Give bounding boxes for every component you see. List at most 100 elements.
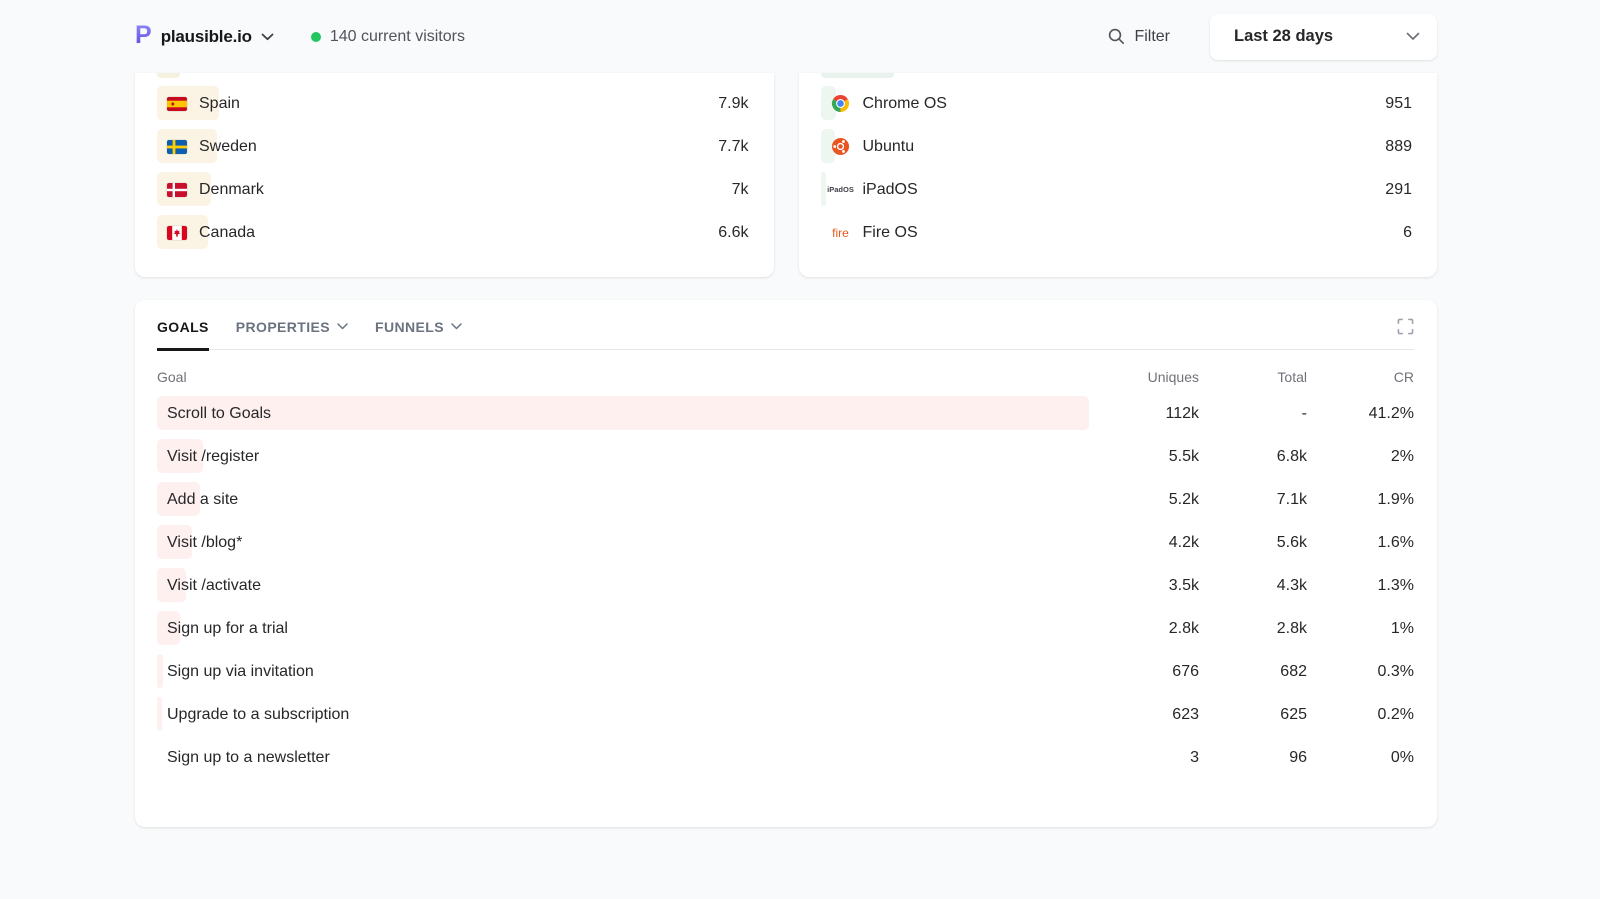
- goal-cr: 1.6%: [1307, 534, 1414, 552]
- goal-label: Visit /blog*: [157, 534, 242, 552]
- goal-total: 6.8k: [1199, 448, 1307, 466]
- tab-goals[interactable]: GOALS: [157, 319, 209, 335]
- country-row-canada[interactable]: Canada 6.6k: [157, 211, 749, 254]
- os-row-ubuntu[interactable]: Ubuntu 889: [821, 125, 1413, 168]
- ubuntu-logo-icon: [831, 137, 851, 156]
- date-range-value: Last 28 days: [1234, 27, 1333, 46]
- goal-uniques: 676: [1089, 663, 1199, 681]
- breakdown-cards-row: Spain 7.9k Sweden 7.7k Denmark: [135, 73, 1437, 277]
- goal-uniques: 5.5k: [1089, 448, 1199, 466]
- fireos-wordmark-icon: fire: [831, 226, 851, 240]
- date-range-dropdown[interactable]: Last 28 days: [1210, 14, 1437, 60]
- tab-funnels[interactable]: FUNNELS: [375, 319, 462, 335]
- live-dot: [311, 32, 321, 42]
- goal-row[interactable]: Sign up to a newsletter 3 96 0%: [157, 736, 1414, 779]
- goal-total: 7.1k: [1199, 491, 1307, 509]
- chromeos-logo-icon: [831, 94, 851, 113]
- goal-total: 5.6k: [1199, 534, 1307, 552]
- os-value: 6: [1403, 224, 1412, 242]
- goal-row[interactable]: Sign up via invitation 676 682 0.3%: [157, 650, 1414, 693]
- chevron-down-icon: [1406, 32, 1420, 41]
- goal-row[interactable]: Upgrade to a subscription 623 625 0.2%: [157, 693, 1414, 736]
- goal-row[interactable]: Visit /register 5.5k 6.8k 2%: [157, 435, 1414, 478]
- goal-label: Upgrade to a subscription: [157, 706, 349, 724]
- goal-label: Visit /register: [157, 448, 259, 466]
- goal-label: Sign up to a newsletter: [157, 749, 330, 767]
- goal-uniques: 3.5k: [1089, 577, 1199, 595]
- search-icon: [1108, 28, 1125, 45]
- goal-uniques: 5.2k: [1089, 491, 1199, 509]
- country-row-denmark[interactable]: Denmark 7k: [157, 168, 749, 211]
- os-value: 291: [1385, 181, 1412, 199]
- goal-bar: [157, 396, 1089, 430]
- goals-table-header: Goal Uniques Total CR: [157, 362, 1414, 392]
- goal-cr: 2%: [1307, 448, 1414, 466]
- os-row-chromeos[interactable]: Chrome OS 951: [821, 82, 1413, 125]
- goal-cr: 1.9%: [1307, 491, 1414, 509]
- goal-total: 2.8k: [1199, 620, 1307, 638]
- goal-cr: 0.3%: [1307, 663, 1414, 681]
- goal-row[interactable]: Add a site 5.2k 7.1k 1.9%: [157, 478, 1414, 521]
- plausible-logo: P: [135, 23, 152, 48]
- goal-row[interactable]: Sign up for a trial 2.8k 2.8k 1%: [157, 607, 1414, 650]
- os-value: 889: [1385, 138, 1412, 156]
- goal-total: -: [1199, 405, 1307, 423]
- goals-table-body: Scroll to Goals 112k - 41.2% Visit /regi…: [157, 392, 1414, 779]
- country-name: Sweden: [199, 138, 257, 156]
- country-value: 7.7k: [718, 138, 748, 156]
- filter-button[interactable]: Filter: [1108, 28, 1170, 46]
- flag-spain-icon: [167, 97, 187, 111]
- cutoff-bar-fragment: [821, 73, 894, 78]
- goal-uniques: 4.2k: [1089, 534, 1199, 552]
- goal-total: 625: [1199, 706, 1307, 724]
- col-header-uniques: Uniques: [1089, 369, 1199, 385]
- country-row-spain[interactable]: Spain 7.9k: [157, 82, 749, 125]
- os-name: Fire OS: [863, 224, 918, 242]
- goal-row[interactable]: Scroll to Goals 112k - 41.2%: [157, 392, 1414, 435]
- goal-label: Visit /activate: [157, 577, 261, 595]
- chevron-down-icon: [337, 323, 348, 330]
- os-name: Chrome OS: [863, 95, 947, 113]
- goal-cr: 41.2%: [1307, 405, 1414, 423]
- flag-denmark-icon: [167, 183, 187, 197]
- expand-icon[interactable]: [1397, 318, 1414, 335]
- country-value: 7.9k: [718, 95, 748, 113]
- os-row-fireos[interactable]: fire Fire OS 6: [821, 211, 1413, 254]
- goal-label: Sign up for a trial: [157, 620, 288, 638]
- top-bar: P plausible.io 140 current visitors Filt…: [135, 0, 1437, 73]
- goal-label: Sign up via invitation: [157, 663, 314, 681]
- country-value: 7k: [732, 181, 749, 199]
- site-switcher[interactable]: plausible.io: [161, 27, 274, 47]
- goal-cr: 1%: [1307, 620, 1414, 638]
- os-row-ipados[interactable]: iPadOS iPadOS 291: [821, 168, 1413, 211]
- goal-cr: 1.3%: [1307, 577, 1414, 595]
- current-visitors[interactable]: 140 current visitors: [330, 28, 465, 46]
- os-name: Ubuntu: [863, 138, 915, 156]
- country-value: 6.6k: [718, 224, 748, 242]
- country-name: Denmark: [199, 181, 264, 199]
- os-name: iPadOS: [863, 181, 918, 199]
- site-name: plausible.io: [161, 27, 252, 47]
- goal-total: 4.3k: [1199, 577, 1307, 595]
- goal-total: 96: [1199, 749, 1307, 767]
- goal-cr: 0%: [1307, 749, 1414, 767]
- tab-properties[interactable]: PROPERTIES: [236, 319, 348, 335]
- goal-row[interactable]: Visit /blog* 4.2k 5.6k 1.6%: [157, 521, 1414, 564]
- operating-systems-card: Chrome OS 951 Ubuntu: [799, 73, 1438, 277]
- os-bar: [821, 172, 826, 206]
- countries-card: Spain 7.9k Sweden 7.7k Denmark: [135, 73, 774, 277]
- goal-row[interactable]: Visit /activate 3.5k 4.3k 1.3%: [157, 564, 1414, 607]
- goal-uniques: 623: [1089, 706, 1199, 724]
- country-name: Canada: [199, 224, 255, 242]
- goal-uniques: 3: [1089, 749, 1199, 767]
- goal-cr: 0.2%: [1307, 706, 1414, 724]
- ipados-wordmark-icon: iPadOS: [831, 185, 851, 194]
- col-header-goal: Goal: [157, 369, 1089, 385]
- goal-uniques: 112k: [1089, 405, 1199, 423]
- goals-card: GOALS PROPERTIES FUNNELS: [135, 300, 1437, 827]
- country-row-sweden[interactable]: Sweden 7.7k: [157, 125, 749, 168]
- chevron-down-icon: [451, 323, 462, 330]
- goals-tabs: GOALS PROPERTIES FUNNELS: [157, 318, 1414, 350]
- country-name: Spain: [199, 95, 240, 113]
- col-header-total: Total: [1199, 369, 1307, 385]
